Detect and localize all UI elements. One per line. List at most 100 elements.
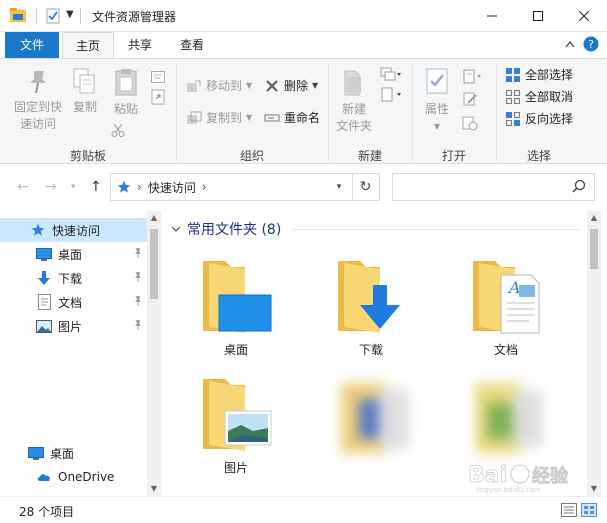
pin-to-quick-access-button[interactable]: 固定到快 速访问	[8, 67, 68, 133]
nav-item-desktop[interactable]: 桌面	[0, 242, 147, 266]
folder-label: 文档	[493, 343, 518, 357]
breadcrumb-chevron[interactable]: ›	[137, 180, 142, 194]
frequent-folders-header[interactable]: 常用文件夹 (8)	[171, 219, 281, 239]
nav-item-quick-access[interactable]: 快速访问	[0, 218, 147, 242]
svg-text:jingyan.baidu.com: jingyan.baidu.com	[475, 486, 541, 494]
tab-share[interactable]: 共享	[116, 32, 164, 58]
search-input[interactable]	[392, 173, 595, 201]
titlebar-separator	[36, 8, 37, 24]
new-folder-button[interactable]: 新建 文件夹	[332, 67, 376, 135]
invert-selection-icon	[506, 111, 520, 126]
select-group-label: 选择	[526, 149, 551, 163]
properties-button[interactable]: 属性 ▼	[418, 67, 456, 135]
section-divider	[293, 229, 581, 230]
breadcrumb-quick-access[interactable]: 快速访问	[148, 179, 196, 196]
pin-label-line2: 速访问	[19, 117, 56, 131]
nav-item-documents[interactable]: 文档	[0, 290, 147, 314]
scroll-down-arrow[interactable]: ▼	[587, 482, 601, 496]
svg-text:经验: 经验	[532, 465, 569, 487]
nav-item-label: 图片	[58, 319, 83, 334]
picture-icon	[36, 319, 52, 333]
tab-home[interactable]: 主页	[62, 32, 114, 59]
help-icon[interactable]: ?	[583, 36, 599, 52]
copy-path-icon[interactable]	[151, 71, 165, 83]
pin-icon[interactable]	[133, 295, 143, 307]
open-icon[interactable]	[462, 69, 484, 85]
paste-shortcut-icon[interactable]	[151, 89, 165, 105]
copy-to-label: 复制到	[206, 111, 243, 125]
folder-tile-documents[interactable]: A 文档	[451, 255, 561, 358]
large-icons-view-icon[interactable]	[581, 503, 597, 517]
properties-check-icon[interactable]	[46, 8, 60, 24]
scroll-up-arrow[interactable]: ▲	[587, 211, 601, 225]
invert-selection-button[interactable]: 反向选择	[505, 110, 573, 127]
forward-button[interactable]: →	[45, 179, 57, 195]
back-button[interactable]: ←	[17, 179, 29, 195]
address-dropdown-button[interactable]: ▾	[326, 173, 352, 201]
ribbon-collapse-icon[interactable]	[565, 40, 575, 48]
pin-icon[interactable]	[133, 247, 143, 259]
nav-item-label: 下载	[58, 271, 83, 286]
new-item-icon[interactable]	[380, 67, 402, 83]
nav-pane-scrollbar[interactable]: ▲ ▼	[147, 211, 161, 496]
new-folder-icon	[344, 70, 361, 96]
breadcrumb-chevron[interactable]: ›	[202, 180, 207, 194]
close-button[interactable]	[561, 0, 607, 32]
select-all-button[interactable]: 全部选择	[505, 66, 573, 83]
copy-to-icon	[187, 111, 202, 124]
clipboard-group-label: 剪贴板	[69, 149, 106, 163]
desktop-icon	[28, 446, 44, 460]
scroll-up-arrow[interactable]: ▲	[147, 211, 161, 225]
edit-icon[interactable]	[462, 91, 478, 107]
minimize-button[interactable]	[469, 0, 515, 32]
nav-item-pictures[interactable]: 图片	[0, 314, 147, 338]
scrollbar-thumb[interactable]	[590, 229, 598, 269]
nav-item-onedrive[interactable]: OneDrive	[0, 465, 147, 489]
rename-button[interactable]: 重命名	[264, 109, 320, 126]
details-view-icon[interactable]	[561, 503, 577, 517]
open-group-label: 打开	[441, 149, 466, 163]
search-icon	[572, 179, 586, 193]
content-scrollbar[interactable]: ▲ ▼	[587, 211, 601, 496]
blurred-folder-icon	[475, 383, 543, 453]
easy-access-icon[interactable]	[380, 87, 402, 103]
select-none-button[interactable]: 全部取消	[505, 88, 573, 105]
scroll-down-arrow[interactable]: ▼	[147, 482, 161, 496]
nav-item-desktop-root[interactable]: 桌面	[0, 441, 147, 465]
up-button[interactable]: ↑	[90, 179, 102, 195]
paste-icon	[115, 69, 137, 96]
file-explorer-icon[interactable]	[10, 8, 26, 22]
pin-icon[interactable]	[133, 271, 143, 283]
select-all-icon	[506, 67, 520, 82]
folder-tile-desktop[interactable]: 桌面	[181, 255, 291, 358]
scrollbar-thumb[interactable]	[150, 229, 158, 299]
tab-file[interactable]: 文件	[5, 32, 59, 58]
refresh-button[interactable]: ↻	[352, 173, 380, 201]
copy-to-button[interactable]: 复制到 ▼	[186, 109, 252, 126]
delete-button[interactable]: 删除 ▼	[264, 77, 318, 94]
recent-locations-dropdown[interactable]: ▾	[71, 182, 76, 192]
new-group-label: 新建	[357, 149, 382, 163]
move-to-button[interactable]: 移动到 ▼	[186, 77, 252, 94]
documents-folder-icon: A	[473, 261, 540, 334]
blurred-folder-tile[interactable]	[339, 379, 411, 459]
titlebar-separator	[80, 8, 81, 24]
star-icon	[117, 180, 131, 193]
rename-icon	[264, 114, 280, 121]
pin-icon[interactable]	[133, 319, 143, 331]
blurred-folder-tile[interactable]	[473, 379, 545, 459]
address-bar[interactable]: › 快速访问 ›	[110, 173, 353, 201]
chevron-down-icon	[171, 226, 181, 232]
history-icon[interactable]	[462, 115, 478, 131]
move-to-icon	[187, 80, 201, 92]
tab-view[interactable]: 查看	[166, 32, 218, 58]
maximize-button[interactable]	[515, 0, 561, 32]
ribbon: 固定到快 速访问 复制 粘贴 剪贴板 移动到 ▼ 复制到 ▼ 删除 ▼ 重命名 …	[0, 58, 607, 164]
quick-access-dropdown-icon[interactable]: ▼	[66, 9, 74, 20]
copy-button[interactable]: 复制	[68, 67, 102, 116]
folder-tile-downloads[interactable]: 下载	[316, 255, 426, 358]
cut-icon[interactable]	[111, 123, 125, 137]
folder-tile-pictures[interactable]: 图片	[181, 373, 291, 476]
paste-button[interactable]: 粘贴	[108, 67, 144, 118]
nav-item-downloads[interactable]: 下载	[0, 266, 147, 290]
